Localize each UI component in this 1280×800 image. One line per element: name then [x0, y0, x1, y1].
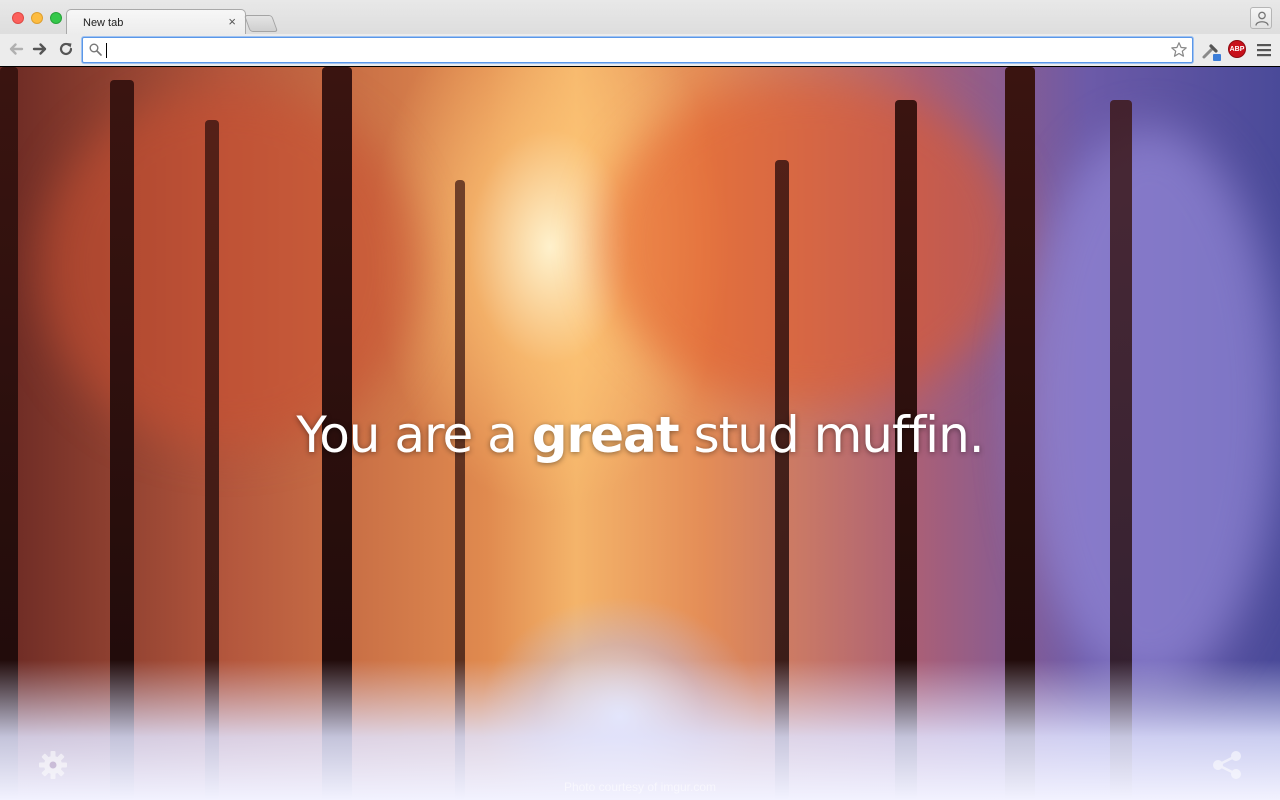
- tab-close-icon[interactable]: ×: [228, 14, 236, 29]
- motto-prefix: You are a: [296, 406, 517, 464]
- foliage-left: [40, 87, 420, 447]
- new-tab-button[interactable]: [243, 15, 279, 32]
- omnibox[interactable]: [82, 37, 1193, 63]
- omnibox-input[interactable]: [105, 41, 1165, 59]
- motto-text: You are a great stud muffin.: [0, 406, 1280, 464]
- back-arrow-icon: [9, 43, 24, 55]
- settings-gear-icon[interactable]: [36, 748, 70, 782]
- text-caret: [106, 43, 107, 58]
- person-icon: [1255, 11, 1269, 26]
- forward-arrow-icon: [32, 43, 47, 55]
- toolbar: [0, 34, 1280, 66]
- motto-emphasis: great: [531, 406, 680, 464]
- search-icon: [89, 43, 102, 56]
- hamburger-menu-icon[interactable]: [1256, 43, 1272, 57]
- window-close-button[interactable]: [12, 12, 24, 24]
- tab-title: New tab: [83, 17, 124, 29]
- new-tab-page: You are a great stud muffin. Photo court…: [0, 67, 1280, 800]
- foliage-center: [600, 77, 1020, 407]
- forward-button[interactable]: [30, 39, 50, 59]
- browser-chrome: New tab × ABP: [0, 0, 1280, 66]
- photo-credit[interactable]: Photo courtesy of imgur.com: [0, 780, 1280, 794]
- bookmark-star-icon[interactable]: [1170, 41, 1188, 59]
- tab-new-tab[interactable]: New tab ×: [66, 9, 246, 35]
- reload-button[interactable]: [56, 39, 76, 59]
- motto-suffix: stud muffin.: [693, 406, 985, 464]
- reload-icon: [59, 42, 73, 56]
- tab-strip: New tab ×: [0, 0, 1280, 35]
- adblock-plus-icon[interactable]: ABP: [1228, 40, 1246, 58]
- snowy-path: [0, 660, 1280, 800]
- window-zoom-button[interactable]: [50, 12, 62, 24]
- eyedropper-extension-icon[interactable]: [1200, 40, 1222, 62]
- back-button[interactable]: [6, 39, 26, 59]
- share-icon[interactable]: [1210, 748, 1244, 782]
- window-minimize-button[interactable]: [31, 12, 43, 24]
- profile-button[interactable]: [1250, 7, 1272, 29]
